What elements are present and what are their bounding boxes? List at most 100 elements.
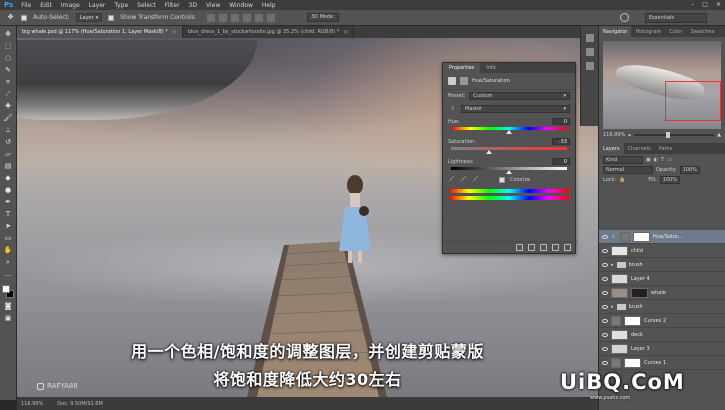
saturation-slider-thumb[interactable]: [486, 150, 493, 154]
eye-icon[interactable]: [602, 262, 608, 267]
mask-thumb[interactable]: [624, 357, 641, 368]
history-panel-icon[interactable]: [585, 34, 594, 42]
blend-mode-dropdown[interactable]: Normal: [603, 166, 653, 174]
clip-to-layer-icon[interactable]: [516, 244, 523, 251]
eye-icon[interactable]: [602, 290, 608, 295]
menu-window[interactable]: Window: [229, 2, 253, 9]
layer-row[interactable]: ▸ brush: [599, 258, 725, 272]
close-icon[interactable]: ×: [172, 29, 177, 36]
auto-select-dropdown[interactable]: Layer ▾: [75, 13, 103, 22]
eyedropper-icon[interactable]: ⟋: [4, 90, 13, 99]
healing-icon[interactable]: ✚: [4, 102, 13, 111]
layer-row[interactable]: whale: [599, 286, 725, 300]
close-icon[interactable]: ×: [343, 29, 348, 36]
close-icon[interactable]: ✕: [716, 1, 721, 8]
doc-tab-blue-dress[interactable]: blue_dress_1_by_stockwhoodie.jpg @ 35.2%…: [182, 26, 355, 38]
blur-icon[interactable]: ◆: [4, 174, 13, 183]
dodge-icon[interactable]: ●: [4, 186, 13, 195]
layer-row[interactable]: child: [599, 244, 725, 258]
layer-row[interactable]: Layer 4: [599, 272, 725, 286]
reset-icon[interactable]: [540, 244, 547, 251]
align-bottom-icon[interactable]: [230, 13, 239, 22]
navigator-preview[interactable]: [603, 41, 721, 129]
zoom-slider-thumb[interactable]: [665, 132, 670, 138]
zoom-out-icon[interactable]: ▴: [628, 132, 631, 138]
menu-file[interactable]: File: [21, 2, 31, 9]
filter-type-icon[interactable]: T: [661, 157, 664, 163]
more-tools-icon[interactable]: …: [4, 270, 13, 279]
colorize-checkbox[interactable]: [499, 176, 505, 183]
preset-dropdown[interactable]: Custom ▾: [469, 92, 570, 100]
expand-arrow-icon[interactable]: ▸: [611, 262, 614, 268]
zoom-slider[interactable]: [633, 132, 715, 138]
menu-filter[interactable]: Filter: [165, 2, 180, 9]
eye-icon[interactable]: [602, 276, 608, 281]
properties-panel-icon[interactable]: [585, 48, 594, 56]
stamp-icon[interactable]: ⊥: [4, 126, 13, 135]
hand-target-icon[interactable]: ☝: [448, 104, 457, 113]
color-swatches[interactable]: [2, 285, 14, 299]
align-middle-icon[interactable]: [218, 13, 227, 22]
crop-icon[interactable]: ⌗: [4, 78, 13, 87]
menu-type[interactable]: Type: [114, 2, 128, 9]
channel-dropdown[interactable]: Master ▾: [461, 104, 570, 113]
marquee-icon[interactable]: ⬚: [4, 42, 13, 51]
quick-mask-icon[interactable]: ◙: [4, 302, 13, 311]
layer-row[interactable]: Curves 2: [599, 314, 725, 328]
filter-adjust-icon[interactable]: ◐: [654, 157, 658, 163]
workspace-dropdown[interactable]: Essentials: [645, 13, 707, 23]
type-icon[interactable]: T: [4, 210, 13, 219]
adjustments-panel-icon[interactable]: [585, 62, 594, 70]
menu-view[interactable]: View: [206, 2, 220, 9]
mask-thumb[interactable]: [624, 315, 641, 326]
fill-input[interactable]: 100%: [659, 176, 680, 184]
path-select-icon[interactable]: ➤: [4, 222, 13, 231]
trash-icon[interactable]: [564, 244, 571, 251]
show-transform-checkbox[interactable]: [108, 14, 115, 21]
layer-row[interactable]: ↓ Hue/Satur...: [599, 230, 725, 244]
menu-select[interactable]: Select: [137, 2, 156, 9]
navigator-view-box[interactable]: [665, 81, 721, 121]
opacity-input[interactable]: 100%: [679, 166, 700, 174]
menu-3d[interactable]: 3D: [189, 2, 197, 9]
filter-shape-icon[interactable]: ▭: [667, 157, 672, 163]
eye-icon[interactable]: [602, 234, 608, 239]
zoom-icon[interactable]: ⌕: [4, 258, 13, 267]
eyedropper-plus-icon[interactable]: ⟋: [461, 176, 468, 183]
eye-icon[interactable]: [602, 318, 608, 323]
view-previous-icon[interactable]: [528, 244, 535, 251]
tab-info[interactable]: Info: [480, 63, 501, 73]
eye-icon[interactable]: [602, 248, 608, 253]
shape-icon[interactable]: ▭: [4, 234, 13, 243]
tab-swatches[interactable]: Swatches: [686, 26, 718, 37]
layer-row[interactable]: Layer 3: [599, 342, 725, 356]
eye-icon[interactable]: [602, 360, 608, 365]
mask-thumb[interactable]: [633, 231, 650, 242]
tab-histogram[interactable]: Histogram: [631, 26, 665, 37]
lock-icon[interactable]: 🔒: [619, 177, 625, 183]
lasso-icon[interactable]: ◌: [4, 54, 13, 63]
move-tool-icon[interactable]: ✥: [6, 13, 15, 22]
search-icon[interactable]: [620, 13, 629, 22]
gradient-icon[interactable]: ▤: [4, 162, 13, 171]
expand-arrow-icon[interactable]: ▸: [611, 304, 614, 310]
eye-icon[interactable]: [602, 304, 608, 309]
eye-icon[interactable]: [602, 332, 608, 337]
menu-layer[interactable]: Layer: [89, 2, 106, 9]
move-icon[interactable]: ✥: [4, 30, 13, 39]
hue-slider[interactable]: [451, 127, 567, 134]
minimize-icon[interactable]: –: [691, 1, 694, 8]
saturation-slider[interactable]: [451, 147, 567, 154]
auto-select-checkbox[interactable]: [21, 14, 27, 21]
layer-row[interactable]: Curves 1: [599, 356, 725, 370]
brush-icon[interactable]: 🖌: [4, 114, 13, 123]
align-top-icon[interactable]: [206, 13, 215, 22]
tab-channels[interactable]: Channels: [624, 143, 655, 154]
tab-properties[interactable]: Properties: [443, 63, 481, 73]
hue-slider-thumb[interactable]: [506, 130, 512, 134]
history-brush-icon[interactable]: ↺: [4, 138, 13, 147]
status-zoom[interactable]: 116.99%: [21, 401, 43, 407]
tab-layers[interactable]: Layers: [599, 143, 624, 154]
saturation-value[interactable]: -33: [552, 138, 570, 145]
lightness-value[interactable]: 0: [552, 158, 570, 165]
